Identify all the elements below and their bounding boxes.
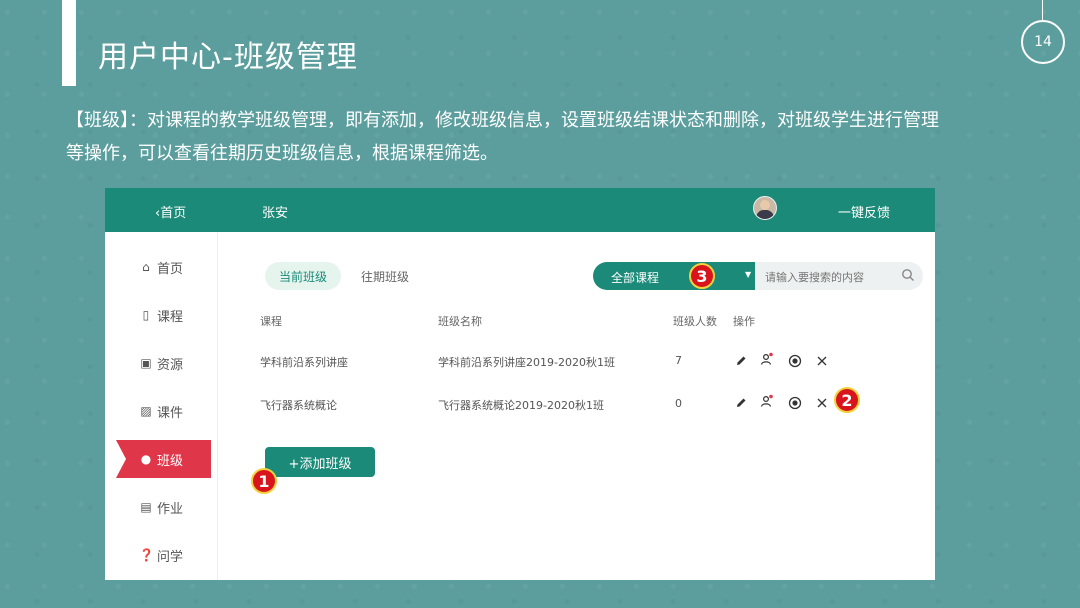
callout-badge-2: 2 [834, 387, 860, 413]
page-number-line [1042, 0, 1043, 20]
app-screenshot: ‹首页 张安 一键反馈 ⌂ 首页 ▯ 课程 ▣ 资源 ▨ 课件 ● 班级 ▤ 作业 ❓ 问学 … [105, 188, 935, 580]
box-icon: ▣ [140, 356, 152, 370]
sidebar: ⌂ 首页 ▯ 课程 ▣ 资源 ▨ 课件 ● 班级 ▤ 作业 ❓ 问学 [105, 232, 218, 580]
search-icon[interactable] [901, 268, 915, 282]
row-student-count: 7 [675, 354, 682, 367]
sidebar-item-homework[interactable]: ▤ 作业 [105, 497, 217, 517]
end-class-icon[interactable] [788, 396, 802, 410]
question-icon: ❓ [138, 548, 154, 562]
edit-pencil-icon[interactable] [734, 354, 748, 368]
edit-pencil-icon[interactable] [734, 396, 748, 410]
delete-close-icon[interactable] [815, 396, 829, 410]
home-icon: ⌂ [142, 260, 150, 274]
book-icon: ▯ [142, 308, 150, 322]
header-student-count: 班级人数 [673, 315, 717, 328]
sidebar-item-home[interactable]: ⌂ 首页 [105, 257, 217, 277]
back-home-link[interactable]: ‹首页 [155, 202, 186, 221]
row-course: 学科前沿系列讲座 [260, 356, 348, 369]
manage-students-icon[interactable] [760, 352, 774, 366]
caret-down-icon: ▼ [745, 270, 752, 279]
callout-badge-1: 1 [251, 468, 277, 494]
end-class-icon[interactable] [788, 354, 802, 368]
search-box [755, 262, 923, 290]
sidebar-item-qa[interactable]: ❓ 问学 [105, 545, 217, 565]
title-accent-bar [62, 0, 76, 86]
row-class-name: 学科前沿系列讲座2019-2020秋1班 [438, 356, 615, 369]
word-icon: ▤ [140, 500, 152, 514]
course-filter-select[interactable]: 全部课程 ▼ [593, 262, 755, 290]
header-course: 课程 [260, 315, 282, 328]
top-bar: ‹首页 张安 一键反馈 [105, 188, 935, 232]
manage-students-icon[interactable] [760, 394, 774, 408]
class-icon: ● [140, 452, 152, 466]
header-actions: 操作 [733, 315, 755, 328]
sidebar-item-courseware[interactable]: ▨ 课件 [105, 401, 217, 421]
feedback-link[interactable]: 一键反馈 [838, 202, 890, 221]
sidebar-item-resources[interactable]: ▣ 资源 [105, 353, 217, 373]
tab-past-class[interactable]: 往期班级 [361, 268, 409, 285]
callout-badge-3: 3 [689, 263, 715, 289]
delete-close-icon[interactable] [815, 354, 829, 368]
sidebar-item-class[interactable]: ● 班级 [105, 449, 217, 469]
header-class-name: 班级名称 [438, 315, 482, 328]
tab-current-class[interactable]: 当前班级 [265, 262, 341, 290]
search-input[interactable] [763, 267, 897, 287]
row-student-count: 0 [675, 397, 682, 410]
slide-description: 【班级】：对课程的教学班级管理，即有添加，修改班级信息，设置班级结课状态和删除，… [66, 110, 939, 164]
add-class-button[interactable]: +添加班级 [265, 447, 375, 477]
sidebar-item-courses[interactable]: ▯ 课程 [105, 305, 217, 325]
user-name: 张安 [262, 206, 289, 221]
slide-title: 用户中心-班级管理 [98, 40, 358, 75]
ppt-icon: ▨ [140, 404, 152, 418]
row-course: 飞行器系统概论 [260, 399, 337, 412]
row-class-name: 飞行器系统概论2019-2020秋1班 [438, 399, 604, 412]
page-number: 14 [1021, 20, 1065, 64]
course-filter-value: 全部课程 [611, 271, 660, 285]
avatar[interactable] [753, 196, 777, 220]
